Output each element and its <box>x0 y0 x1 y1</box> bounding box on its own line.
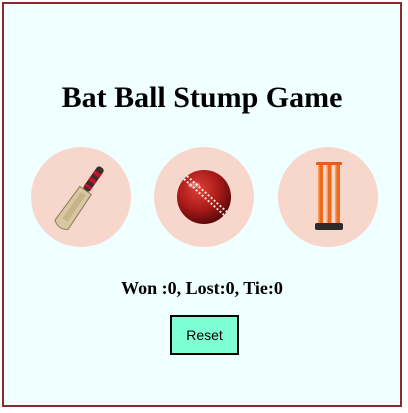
cricket-stumps-icon <box>315 162 343 230</box>
score-text: Won :0, Lost:0, Tie:0 <box>121 278 283 298</box>
stump-button[interactable] <box>278 147 378 247</box>
cricket-ball-icon <box>177 170 231 224</box>
cricket-bat-icon <box>54 166 104 230</box>
page-title: Bat Ball Stump Game <box>61 81 343 114</box>
bat-button[interactable] <box>31 147 131 247</box>
ball-button[interactable] <box>154 147 254 247</box>
reset-button[interactable]: Reset <box>170 315 239 355</box>
game-container: Bat Ball Stump Game Won:0, Lost:0, Tie:… <box>2 2 402 407</box>
